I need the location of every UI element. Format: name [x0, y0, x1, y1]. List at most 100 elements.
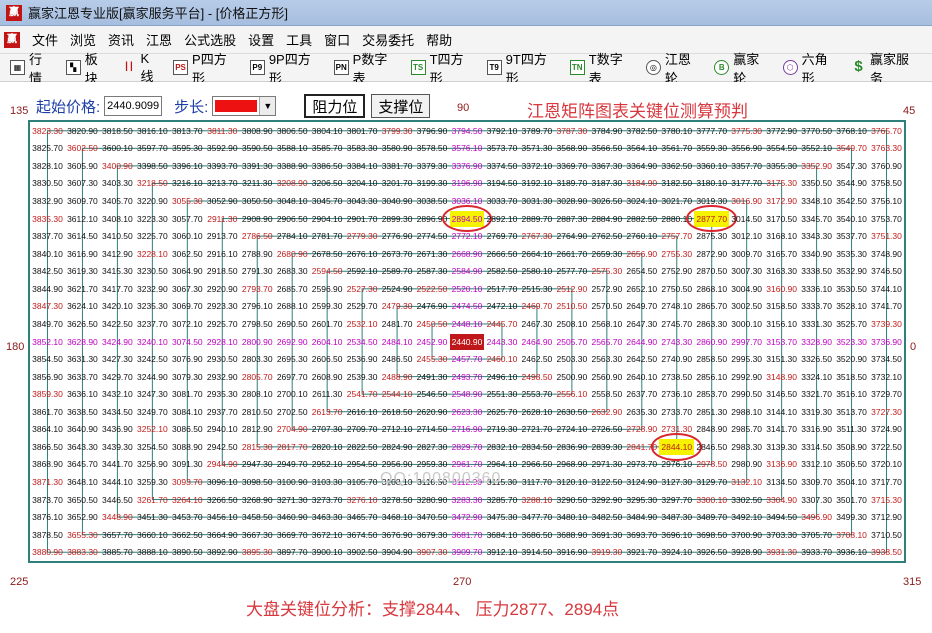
grid-cell: 3168.10 — [766, 231, 797, 242]
grid-cell: 2846.50 — [696, 441, 728, 452]
toolbar-kline-button[interactable]: ┃┃ K线 — [122, 51, 162, 85]
grid-cell: 3124.90 — [626, 476, 658, 487]
menu-tools[interactable]: 工具 — [280, 30, 318, 49]
menu-browse[interactable]: 浏览 — [64, 30, 102, 49]
grid-cell: 3931.30 — [766, 547, 797, 558]
grid-cell: 2474.50 — [451, 301, 483, 312]
toolbar-9p-square-button[interactable]: P9 9P四方形 — [249, 49, 322, 87]
grid-cell: 3693.70 — [626, 529, 658, 540]
system-menu-icon[interactable]: 赢 — [4, 31, 20, 48]
grid-cell: 3506.50 — [836, 459, 867, 470]
grid-cell: 3489.70 — [696, 512, 728, 523]
grid-cell: 2690.50 — [276, 318, 308, 329]
grid-cell: 2815.30 — [241, 441, 273, 452]
support-button[interactable]: 支撑位 — [371, 94, 431, 118]
grid-cell: 3832.90 — [32, 196, 63, 207]
toolbar-t-number-table-button[interactable]: TN T数字表 — [569, 49, 634, 87]
grid-cell: 3184.90 — [626, 178, 658, 189]
menu-news[interactable]: 资讯 — [102, 30, 140, 49]
grid-cell: 3844.90 — [32, 283, 63, 294]
angle-label-mid-right: 0 — [910, 341, 917, 353]
grid-cell: 3213.70 — [206, 178, 238, 189]
grid-cell: 2889.70 — [521, 213, 553, 224]
toolbar-service-button[interactable]: $ 赢家服务 — [851, 49, 920, 87]
toolbar-sectors-button[interactable]: ▚ 板块 — [65, 49, 110, 87]
grid-cell: 3136.90 — [766, 459, 797, 470]
grid-cell: 2930.50 — [206, 354, 238, 365]
toolbar-label: T四方形 — [429, 51, 464, 86]
start-price-label: 起始价格: — [36, 98, 101, 116]
grid-cell: 2508.10 — [556, 318, 588, 329]
grid-cell: 3813.70 — [171, 125, 203, 136]
grid-cell: 3376.90 — [451, 160, 483, 171]
menu-gann[interactable]: 江恩 — [140, 30, 178, 49]
menu-window[interactable]: 窗口 — [318, 30, 356, 49]
grid-cell: 2856.10 — [696, 371, 728, 382]
grid-cell: 3278.50 — [381, 494, 413, 505]
grid-cell: 3856.90 — [32, 371, 63, 382]
grid-cell: 3787.30 — [556, 125, 588, 136]
grid-cell: 3590.50 — [241, 143, 273, 154]
grid-cell: 3873.70 — [32, 494, 63, 505]
grid-cell: 3796.90 — [416, 125, 448, 136]
grid-cell: 3801.70 — [346, 125, 378, 136]
grid-cell: 3038.50 — [416, 196, 448, 207]
grid-cell: 3057.70 — [171, 213, 203, 224]
grid-cell: 3465.70 — [346, 512, 378, 523]
menu-trade[interactable]: 交易委托 — [356, 30, 420, 49]
menu-formula-screen[interactable]: 公式选股 — [178, 30, 242, 49]
grid-cell: 3727.30 — [871, 406, 902, 417]
grid-cell: 3223.30 — [136, 213, 168, 224]
grid-cell: 3048.10 — [276, 196, 308, 207]
grid-cell: 3576.10 — [451, 143, 483, 154]
grid-cell: 2560.90 — [591, 371, 623, 382]
grid-cell: 3292.90 — [591, 494, 623, 505]
angle-label-bottom-left: 225 — [10, 576, 29, 588]
grid-cell: 3417.70 — [102, 283, 133, 294]
grid-cell: 3182.50 — [661, 178, 693, 189]
grid-cell: 2724.10 — [556, 424, 588, 435]
toolbar-t-square-button[interactable]: TS T四方形 — [410, 49, 475, 87]
menu-help[interactable]: 帮助 — [420, 30, 458, 49]
toolbar-hexagon-button[interactable]: ⬡ 六角形 — [782, 49, 839, 87]
grid-cell: 3127.30 — [661, 476, 693, 487]
grid-cell: 2462.50 — [521, 354, 553, 365]
grid-cell: 3624.10 — [67, 301, 98, 312]
step-color-select[interactable]: ▼ — [212, 96, 277, 116]
grid-cell: 3470.50 — [416, 512, 448, 523]
grid-cell: 3472.90 — [451, 512, 483, 523]
grid-cell: 3580.90 — [381, 143, 413, 154]
toolbar-gann-wheel-button[interactable]: ◎ 江恩轮 — [645, 49, 702, 87]
menu-settings[interactable]: 设置 — [242, 30, 280, 49]
grid-cell: 3657.70 — [102, 529, 133, 540]
grid-cell: 3420.10 — [102, 301, 133, 312]
grid-cell: 3530.50 — [836, 283, 867, 294]
grid-cell: 2548.90 — [451, 389, 483, 400]
grid-cell: 2882.50 — [626, 213, 658, 224]
grid-cell: 3400.90 — [102, 160, 133, 171]
angle-label-top-mid: 90 — [457, 102, 470, 114]
grid-cell: 3129.70 — [696, 476, 728, 487]
grid-cell: 2829.70 — [451, 441, 483, 452]
menu-file[interactable]: 文件 — [26, 30, 64, 49]
grid-cell: 3681.70 — [451, 529, 483, 540]
toolbar-quotes-button[interactable]: ▦ 行情 — [10, 49, 54, 87]
grid-cell: 2810.50 — [241, 406, 273, 417]
start-price-input[interactable] — [104, 96, 163, 116]
chevron-down-icon[interactable]: ▼ — [259, 97, 276, 115]
grid-cell: 3225.70 — [136, 231, 168, 242]
grid-cell: 3237.70 — [136, 318, 168, 329]
grid-cell: 3026.50 — [591, 196, 623, 207]
grid-cell: 3273.70 — [311, 494, 343, 505]
grid-cell: 2800.90 — [241, 336, 273, 347]
grid-cell: 3141.70 — [766, 424, 797, 435]
toolbar-winner-wheel-button[interactable]: B 赢家轮 — [714, 49, 770, 87]
toolbar-p-number-table-button[interactable]: PN P数字表 — [333, 49, 399, 87]
grid-cell: 3564.10 — [626, 143, 658, 154]
toolbar-p-square-button[interactable]: PS P四方形 — [173, 49, 238, 87]
resistance-button[interactable]: 阻力位 — [304, 94, 366, 118]
grid-cell: 3204.10 — [346, 178, 378, 189]
grid-cell: 3369.70 — [556, 160, 588, 171]
grid-cell: 3600.10 — [102, 143, 133, 154]
toolbar-9t-square-button[interactable]: T9 9T四方形 — [486, 49, 558, 87]
